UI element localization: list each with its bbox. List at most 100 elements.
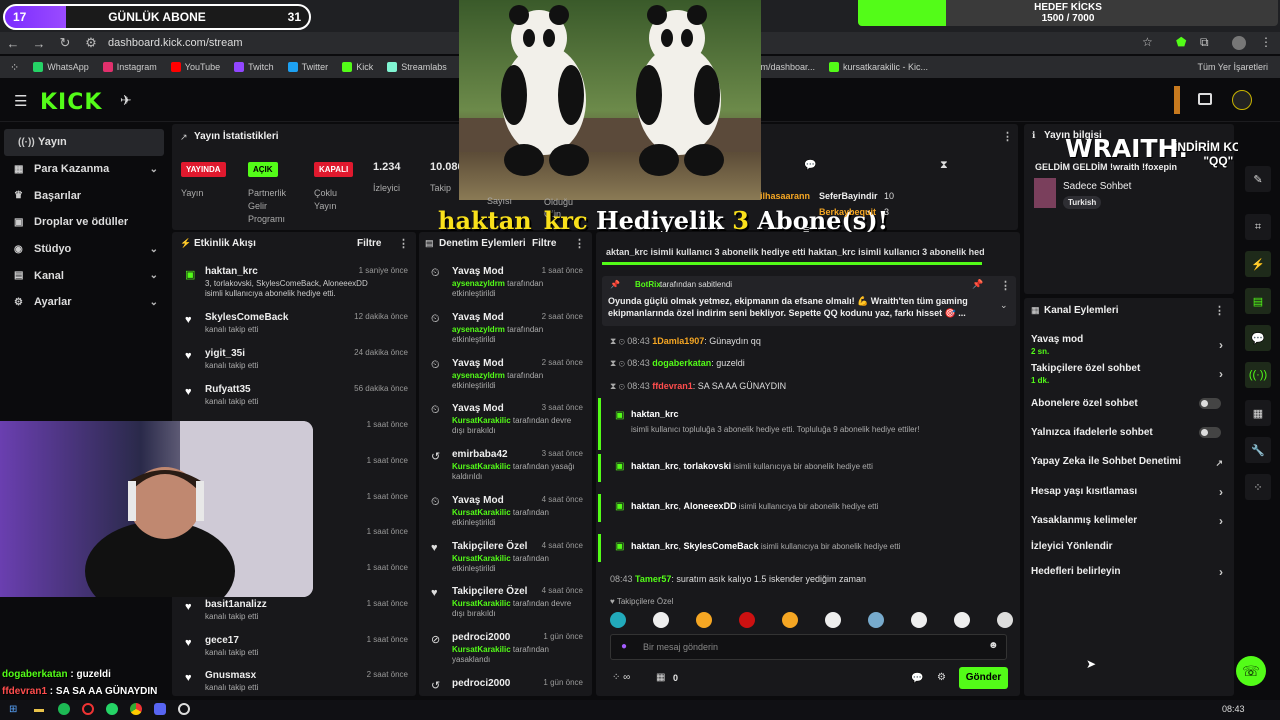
pin-msg-icon[interactable]: ⧗ ⊙ xyxy=(610,336,627,346)
gift-user[interactable]: haktan_krc xyxy=(631,461,679,471)
gift-user[interactable]: haktan_krc xyxy=(631,541,679,551)
sidebar-item-5[interactable]: ▤ Kanal ⌄ xyxy=(0,262,168,289)
url-text[interactable]: dashboard.kick.com/stream xyxy=(108,37,243,49)
top-user-1[interactable]: ilhasaarann xyxy=(760,191,810,201)
category-name[interactable]: Sadece Sohbet xyxy=(1063,181,1131,192)
mod-action-user[interactable]: aysenazyldrm xyxy=(452,325,505,334)
channel-action-item[interactable]: Yavaş mod 2 sn. › xyxy=(1031,334,1231,356)
sidebar-item-3[interactable]: ▣ Droplar ve ödüller xyxy=(0,209,168,236)
sidebar-item-0[interactable]: ((·)) Yayın xyxy=(4,129,164,156)
points-icon[interactable]: ⁘ ∞ xyxy=(612,672,630,683)
gift-user[interactable]: haktan_krc xyxy=(631,501,679,511)
channel-action-item[interactable]: Takipçilere özel sohbet 1 dk. › xyxy=(1031,363,1231,385)
language-tag[interactable]: Turkish xyxy=(1063,196,1102,209)
mod-action-user[interactable]: KursatKarakilic xyxy=(452,508,511,517)
event-filter-button[interactable]: Filtre xyxy=(357,238,381,249)
channel-action-item[interactable]: Yasaklanmış kelimeler › xyxy=(1031,514,1231,528)
bolt-rail-icon[interactable]: ⚡ xyxy=(1245,251,1271,277)
sidebar-item-1[interactable]: ▦ Para Kazanma ⌄ xyxy=(0,156,168,183)
event-user[interactable]: basit1analizz xyxy=(205,599,267,610)
emote-icon[interactable] xyxy=(911,612,927,628)
bookmark-item[interactable]: kursatkarakilic - Kic... xyxy=(829,62,928,72)
pin-icon[interactable]: ✈ xyxy=(120,92,132,109)
chevron-down-icon[interactable]: ⌄ xyxy=(150,270,158,281)
event-user[interactable]: Rufyatt35 xyxy=(205,384,251,395)
pin-msg-icon[interactable]: ⧗ ⊙ xyxy=(610,381,627,391)
chat-rail-icon[interactable]: 💬 xyxy=(1245,325,1271,351)
event-user[interactable]: haktan_krc xyxy=(205,266,258,277)
mod-action-user[interactable]: aysenazyldrm xyxy=(452,279,505,288)
chevron-right-icon[interactable]: › xyxy=(1219,338,1223,352)
emote-icon[interactable] xyxy=(610,612,626,628)
event-item[interactable]: ▣ haktan_krc 1 saniye önce 3, torlakovski, … xyxy=(176,264,414,300)
kick-logo[interactable]: KICK xyxy=(40,90,102,115)
bookmark-item[interactable]: Instagram xyxy=(102,62,157,72)
emote-icon[interactable] xyxy=(954,612,970,628)
mod-filter-button[interactable]: Filtre xyxy=(532,238,556,249)
windows-start-icon[interactable]: ⊞ xyxy=(9,704,17,715)
crop-icon[interactable]: ⌗ xyxy=(1245,214,1271,240)
event-item[interactable]: ♥ SkylesComeBack 12 dakika önce kanalı taki… xyxy=(176,310,414,346)
chevron-right-icon[interactable]: › xyxy=(1219,514,1223,528)
mod-action-user[interactable]: KursatKarakilic xyxy=(452,462,511,471)
emote-icon[interactable] xyxy=(739,612,755,628)
top-user-3[interactable]: Berkaybequit xyxy=(819,207,876,217)
gift-recipient[interactable]: SkylesComeBack xyxy=(684,541,759,551)
creator-icon[interactable] xyxy=(1198,93,1212,105)
user-avatar[interactable] xyxy=(1232,90,1252,110)
discord-taskbar-icon[interactable] xyxy=(154,703,166,715)
event-menu-icon[interactable]: ⋮ xyxy=(398,237,409,250)
event-item[interactable]: ♥ yigit_35i 24 dakika önce kanalı takip ett… xyxy=(176,346,414,382)
unpin-icon[interactable]: 📌 xyxy=(972,279,983,290)
file-explorer-icon[interactable]: ▬ xyxy=(34,704,44,715)
event-item[interactable]: ♥ basit1analizz 1 saat önce kanalı takip et… xyxy=(176,597,414,633)
channel-action-item[interactable]: İzleyici Yönlendir xyxy=(1031,541,1231,552)
sidebar-item-2[interactable]: ♛ Başarılar xyxy=(0,182,168,209)
chevron-down-icon[interactable]: ⌄ xyxy=(150,244,158,255)
shield-icon[interactable]: ⬟ xyxy=(1176,35,1186,49)
support-chat-icon[interactable]: ☏ xyxy=(1236,656,1266,686)
broadcast-rail-icon[interactable]: ((·)) xyxy=(1245,362,1271,388)
emote-icon[interactable] xyxy=(997,612,1013,628)
bookmark-item[interactable]: Twitter xyxy=(287,62,328,72)
gift-user[interactable]: haktan_krc xyxy=(631,409,679,419)
event-item[interactable]: ♥ Gnusmasx 2 saat önce kanalı takip etti xyxy=(176,668,414,704)
all-bookmarks-folder[interactable]: Tüm Yer İşaretleri xyxy=(1197,62,1268,72)
msg-user-last[interactable]: Tamer57 xyxy=(635,574,671,584)
mod-action-item[interactable]: ⏲ Yavaş Mod 1 saat önce aysenazyldrm tarafı… xyxy=(421,264,589,304)
channel-action-item[interactable]: Abonelere özel sohbet xyxy=(1031,398,1231,409)
mod-action-item[interactable]: ⏲ Yavaş Mod 2 saat önce aysenazyldrm tarafı… xyxy=(421,310,589,350)
apps-grid-icon[interactable]: ⁘ xyxy=(10,61,19,74)
event-item[interactable]: ♥ gece17 1 saat önce kanalı takip etti xyxy=(176,633,414,669)
emote-icon[interactable] xyxy=(782,612,798,628)
msg-user[interactable]: 1Damla1907 xyxy=(652,336,704,346)
menu-kebab-icon[interactable]: ⋮ xyxy=(1260,35,1272,49)
mod-action-item[interactable]: ⊘ pedroci2000 1 gün önce KursatKarakilic ta… xyxy=(421,630,589,670)
wrench-rail-icon[interactable]: 🔧 xyxy=(1245,437,1271,463)
extensions-icon[interactable]: ⧉ xyxy=(1200,35,1209,50)
apps-rail-icon[interactable]: ⁘ xyxy=(1245,474,1271,500)
gift-recipient[interactable]: torlakovski xyxy=(684,461,732,471)
mod-action-user[interactable]: KursatKarakilic xyxy=(452,416,511,425)
settings-gear-icon[interactable]: ⚙ xyxy=(937,672,946,683)
emote-icon[interactable] xyxy=(868,612,884,628)
obs-taskbar-icon[interactable] xyxy=(178,703,190,715)
channel-action-item[interactable]: Yapay Zeka ile Sohbet Denetimi ↗ xyxy=(1031,456,1231,468)
layout-rail-icon[interactable]: ▦ xyxy=(1245,400,1271,426)
chat-options-icon[interactable]: 💬 xyxy=(911,673,923,684)
mod-action-user[interactable]: aysenazyldrm xyxy=(452,371,505,380)
toggle-switch[interactable] xyxy=(1199,427,1221,438)
bookmark-item[interactable]: Twitch xyxy=(234,62,274,72)
mod-action-user[interactable]: KursatKarakilic xyxy=(452,554,511,563)
event-item[interactable]: ♥ Rufyatt35 56 dakika önce kanalı takip ett… xyxy=(176,382,414,418)
whatsapp-taskbar-icon[interactable] xyxy=(106,703,118,715)
spotify-icon[interactable] xyxy=(58,703,70,715)
event-user[interactable]: gece17 xyxy=(205,635,239,646)
emoji-icon[interactable]: ☻ xyxy=(988,640,999,651)
sidebar-item-6[interactable]: ⚙ Ayarlar ⌄ xyxy=(0,289,168,316)
send-button[interactable]: Gönder xyxy=(959,667,1008,689)
msg-user[interactable]: ffdevran1 xyxy=(652,381,693,391)
back-icon[interactable]: ← xyxy=(0,36,26,51)
sidebar-item-4[interactable]: ◉ Stüdyo ⌄ xyxy=(0,236,168,263)
mod-menu-icon[interactable]: ⋮ xyxy=(574,237,585,250)
